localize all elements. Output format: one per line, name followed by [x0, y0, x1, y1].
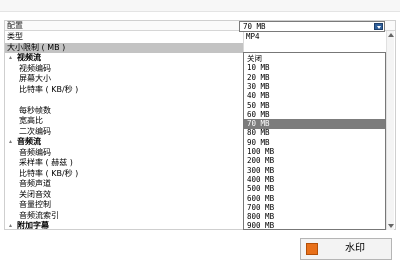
setting-row[interactable]: 屏幕大小: [5, 74, 243, 84]
setting-label: 视频编码: [19, 63, 51, 73]
setting-row[interactable]: 宽高比: [5, 116, 243, 126]
setting-label: 类型: [7, 32, 23, 41]
header-name-column: 配置: [7, 21, 23, 30]
watermark-icon: [306, 243, 318, 255]
setting-row[interactable]: 每秒帧数: [5, 106, 243, 116]
setting-row[interactable]: 采样率 ( 赫兹 ): [5, 158, 243, 168]
collapse-triangle-icon[interactable]: ▴: [9, 53, 12, 63]
setting-label: 音频编码: [19, 147, 51, 157]
section-header[interactable]: ▴ 附加字幕: [5, 221, 243, 230]
setting-label: 每秒帧数: [19, 105, 51, 115]
dropdown-option[interactable]: 900 MB: [244, 221, 385, 231]
setting-row[interactable]: 音频流索引: [5, 211, 243, 221]
setting-label: 采样率 ( 赫兹 ): [19, 158, 73, 167]
toolbar-area: [0, 0, 400, 12]
setting-row[interactable]: 音量控制: [5, 200, 243, 210]
size-limit-combobox[interactable]: 70 MB: [239, 21, 385, 32]
setting-label: 附加字幕: [17, 221, 49, 230]
section-header[interactable]: ▴ 视频流: [5, 53, 243, 63]
setting-label: 视频流: [17, 53, 41, 62]
setting-row[interactable]: 类型: [5, 32, 243, 42]
setting-label: 宽高比: [19, 116, 43, 125]
collapse-triangle-icon[interactable]: ▴: [9, 221, 12, 229]
setting-row[interactable]: 音频编码: [5, 148, 243, 158]
size-limit-dropdown-list: 关闭 10 MB 20 MB 30 MB 40 MB 50 MB 60 MB 70 MB 80 …: [243, 52, 386, 230]
setting-row[interactable]: 大小限制 ( MB ): [5, 42, 243, 53]
size-limit-value: 70 MB: [243, 22, 266, 31]
setting-row[interactable]: 比特率 ( KB/秒 ): [5, 85, 243, 95]
scroll-down-icon[interactable]: [388, 224, 394, 228]
setting-label: 比特率 ( KB/秒 ): [19, 84, 79, 94]
setting-row[interactable]: 二次编码: [5, 127, 243, 137]
setting-label: 音频声道: [19, 179, 51, 188]
setting-row[interactable]: 音频声道: [5, 179, 243, 189]
setting-label: 音频流: [17, 137, 41, 146]
dropdown-arrow-icon[interactable]: [374, 23, 383, 30]
setting-label: 关闭音效: [19, 189, 51, 199]
watermark-button-label: 水印: [345, 243, 365, 254]
section-header[interactable]: ▴ 音频流: [5, 137, 243, 147]
setting-label: 大小限制 ( MB ): [7, 42, 66, 52]
setting-label: 比特率 ( KB/秒 ): [19, 168, 79, 178]
collapse-triangle-icon[interactable]: ▴: [9, 137, 12, 147]
setting-label: 音频流索引: [19, 210, 59, 220]
watermark-button[interactable]: 水印: [300, 238, 392, 260]
setting-label: 二次编码: [19, 126, 51, 136]
grid-vertical-scrollbar[interactable]: [386, 31, 394, 230]
setting-label: 音量控制: [19, 200, 51, 209]
setting-row[interactable]: 视频编码: [5, 64, 243, 74]
type-value[interactable]: MP4: [246, 32, 260, 42]
setting-label: 屏幕大小: [19, 74, 51, 83]
setting-row[interactable]: [5, 95, 243, 105]
scroll-up-icon[interactable]: [388, 33, 394, 37]
setting-row[interactable]: 比特率 ( KB/秒 ): [5, 169, 243, 179]
setting-row[interactable]: 关闭音效: [5, 190, 243, 200]
